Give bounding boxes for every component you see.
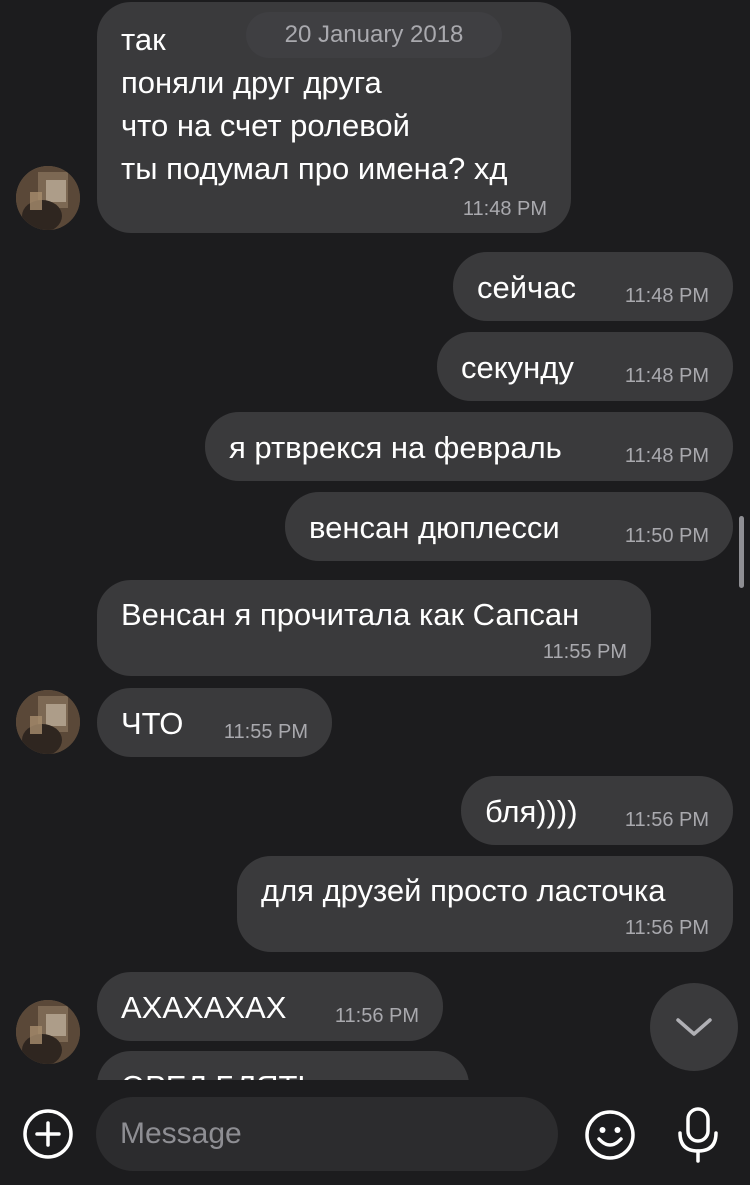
message-text: я ртврекся на февраль	[229, 430, 562, 465]
message-input[interactable]	[96, 1097, 558, 1171]
message-text: ЧТО	[121, 706, 184, 741]
message-bubble-outgoing[interactable]: я ртврекся на февраль 11:48 PM	[205, 412, 733, 481]
message-text: сейчас	[477, 270, 576, 305]
message-text: Венсан я прочитала как Сапсан	[121, 597, 580, 632]
chevron-down-icon	[676, 1018, 712, 1036]
avatar-photo	[16, 1000, 80, 1064]
message-bubble-outgoing[interactable]: венсан дюплесси 11:50 PM	[285, 492, 733, 561]
message-text: для друзей просто ласточка	[261, 873, 666, 908]
message-bubble-incoming[interactable]: ОРЕЛ БЛЯТЬ	[97, 1051, 469, 1080]
message-text: венсан дюплесси	[309, 510, 560, 545]
microphone-icon	[678, 1107, 718, 1163]
message-time: 11:55 PM	[542, 641, 627, 663]
scroll-indicator[interactable]	[739, 516, 744, 588]
message-time: 11:48 PM	[462, 198, 547, 220]
message-bubble-incoming[interactable]: АХАХАХАХ 11:56 PM	[97, 972, 443, 1041]
message-time: 11:48 PM	[624, 445, 709, 467]
message-time: 11:48 PM	[624, 365, 709, 387]
message-time: 11:55 PM	[223, 721, 308, 743]
message-time: 11:48 PM	[624, 285, 709, 307]
message-bubble-outgoing[interactable]: секунду 11:48 PM	[437, 332, 733, 401]
emoji-button[interactable]	[584, 1109, 636, 1161]
contact-avatar[interactable]	[16, 166, 80, 230]
message-time: 11:56 PM	[624, 917, 709, 939]
date-divider: 20 January 2018	[246, 12, 502, 58]
avatar-photo	[16, 166, 80, 230]
message-bubble-outgoing[interactable]: сейчас 11:48 PM	[453, 252, 733, 321]
message-composer	[0, 1080, 750, 1185]
avatar-photo	[16, 690, 80, 754]
voice-message-button[interactable]	[672, 1106, 724, 1164]
message-text: АХАХАХАХ	[121, 990, 287, 1025]
chat-history[interactable]: так поняли друг друга что на счет ролево…	[0, 0, 750, 1080]
add-attachment-button[interactable]	[22, 1108, 74, 1160]
scroll-down-button[interactable]	[650, 983, 738, 1071]
message-text: ОРЕЛ БЛЯТЬ	[121, 1065, 318, 1080]
plus-circle-icon	[23, 1109, 73, 1159]
message-bubble-incoming[interactable]: Венсан я прочитала как Сапсан 11:55 PM	[97, 580, 651, 676]
contact-avatar[interactable]	[16, 690, 80, 754]
contact-avatar[interactable]	[16, 1000, 80, 1064]
message-text: бля))))	[485, 794, 578, 829]
message-time: 11:56 PM	[624, 809, 709, 831]
message-text: секунду	[461, 350, 574, 385]
smiley-icon	[585, 1110, 635, 1160]
message-time: 11:56 PM	[334, 1005, 419, 1027]
message-bubble-incoming[interactable]: ЧТО 11:55 PM	[97, 688, 332, 757]
message-bubble-outgoing[interactable]: для друзей просто ласточка 11:56 PM	[237, 856, 733, 952]
message-time: 11:50 PM	[624, 525, 709, 547]
message-bubble-outgoing[interactable]: бля)))) 11:56 PM	[461, 776, 733, 845]
